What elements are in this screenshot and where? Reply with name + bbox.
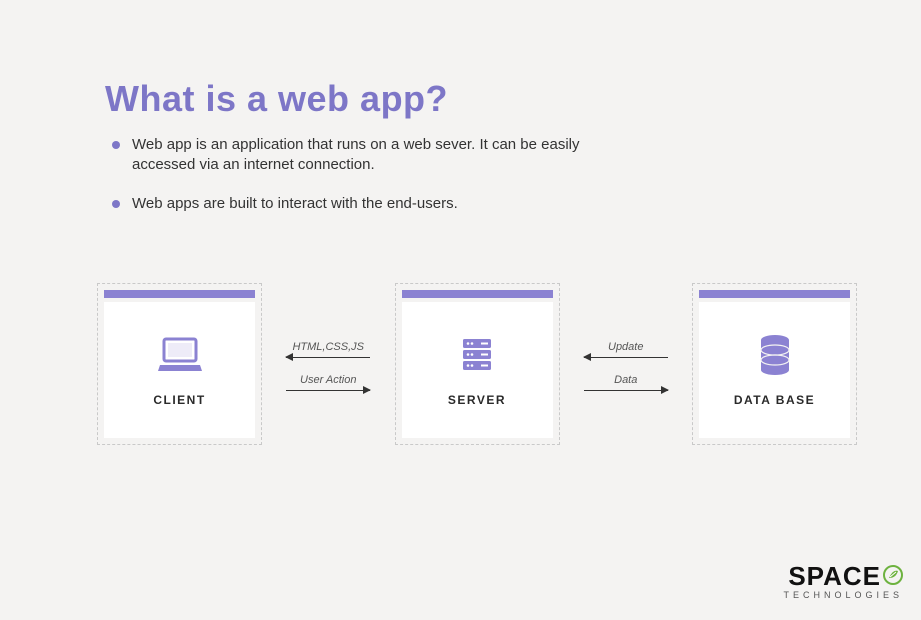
leaf-icon xyxy=(883,561,903,592)
connector-label: Update xyxy=(584,341,668,353)
node-database: DATA BASE xyxy=(692,283,857,445)
architecture-diagram: CLIENT HTML,CSS,JS User Action xyxy=(97,283,857,448)
node-label: SERVER xyxy=(448,393,506,407)
arrow-left-icon xyxy=(584,357,668,358)
server-icon xyxy=(453,333,501,377)
brand-subtitle: TECHNOLOGIES xyxy=(783,590,903,600)
bullet-dot-icon xyxy=(112,141,120,149)
brand-logo: SPACE TECHNOLOGIES xyxy=(783,561,903,600)
bullet-list: Web app is an application that runs on a… xyxy=(112,135,632,232)
laptop-icon xyxy=(156,333,204,377)
brand-name: SPACE xyxy=(788,561,903,592)
bullet-text: Web apps are built to interact with the … xyxy=(132,194,458,214)
connector-bottom: Data xyxy=(584,374,668,391)
node-accent-bar xyxy=(699,290,850,298)
bullet-item: Web apps are built to interact with the … xyxy=(112,194,632,214)
database-icon xyxy=(751,333,799,377)
node-body: CLIENT xyxy=(104,302,255,438)
connector-label: HTML,CSS,JS xyxy=(286,341,370,353)
node-client: CLIENT xyxy=(97,283,262,445)
brand-name-text: SPACE xyxy=(788,561,881,592)
arrow-right-icon xyxy=(584,390,668,391)
node-body: DATA BASE xyxy=(699,302,850,438)
page-title: What is a web app? xyxy=(105,78,448,120)
node-accent-bar xyxy=(104,290,255,298)
node-label: CLIENT xyxy=(153,393,205,407)
node-label: DATA BASE xyxy=(734,393,815,407)
node-body: SERVER xyxy=(402,302,553,438)
arrow-left-icon xyxy=(286,357,370,358)
node-server: SERVER xyxy=(395,283,560,445)
connector-label: User Action xyxy=(286,374,370,386)
connector-bottom: User Action xyxy=(286,374,370,391)
bullet-item: Web app is an application that runs on a… xyxy=(112,135,632,176)
arrow-right-icon xyxy=(286,390,370,391)
connector-top: HTML,CSS,JS xyxy=(286,341,370,358)
connector-top: Update xyxy=(584,341,668,358)
connector-server-database: Update Data xyxy=(560,283,693,448)
bullet-dot-icon xyxy=(112,200,120,208)
node-accent-bar xyxy=(402,290,553,298)
bullet-text: Web app is an application that runs on a… xyxy=(132,135,632,176)
connector-label: Data xyxy=(584,374,668,386)
connector-client-server: HTML,CSS,JS User Action xyxy=(262,283,395,448)
